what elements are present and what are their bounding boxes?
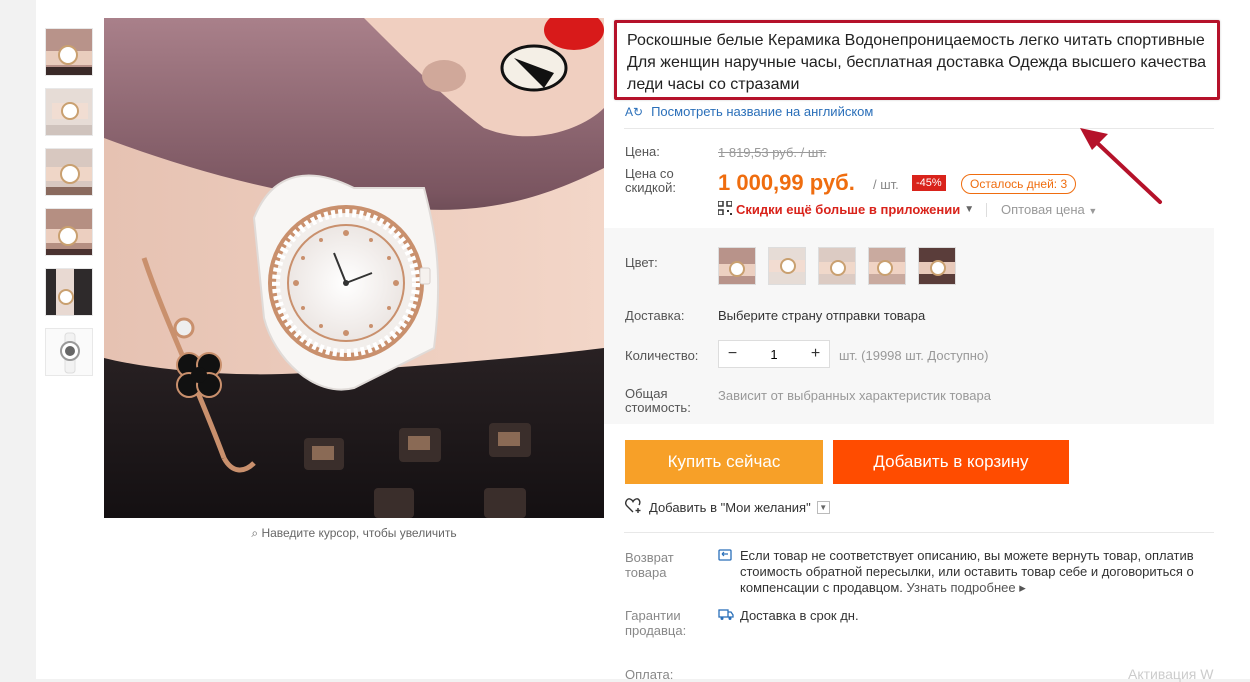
thumbnail-2[interactable]: [45, 88, 93, 136]
thumbnail-3[interactable]: [45, 148, 93, 196]
quantity-label: Количество:: [625, 348, 699, 363]
wishlist-text: Добавить в "Мои желания": [649, 500, 811, 515]
app-promo-text: Скидки ещё больше в приложении: [736, 202, 961, 217]
quantity-decrease-button[interactable]: −: [719, 345, 746, 363]
return-icon: [718, 548, 732, 567]
buy-now-button[interactable]: Купить сейчас: [625, 440, 823, 484]
thumbnail-6[interactable]: [45, 328, 93, 376]
availability-text: шт. (19998 шт. Доступно): [839, 348, 989, 363]
price-unit: / шт.: [873, 177, 899, 192]
os-watermark: Активация W: [1128, 666, 1214, 682]
total-value: Зависит от выбранных характеристик товар…: [718, 388, 991, 403]
thumbnail-1[interactable]: [45, 28, 93, 76]
thumbnail-list: [45, 28, 97, 388]
quantity-input[interactable]: [746, 345, 802, 363]
shipping-country-select[interactable]: Выберите страну отправки товара: [718, 308, 925, 323]
delivery-truck-icon: [718, 607, 734, 626]
zoom-hint-text: Наведите курсор, чтобы увеличить: [261, 526, 457, 540]
color-swatch-3[interactable]: [818, 247, 856, 285]
color-swatch-4[interactable]: [868, 247, 906, 285]
thumbnail-5[interactable]: [45, 268, 93, 316]
guarantee-text: Доставка в срок дн.: [740, 607, 860, 625]
translate-title-link[interactable]: A↻ Посмотреть название на английском: [625, 104, 873, 119]
learn-more-link[interactable]: Узнать подробнее ▸: [907, 580, 1026, 595]
thumbnail-4[interactable]: [45, 208, 93, 256]
quantity-increase-button[interactable]: +: [802, 345, 829, 363]
main-product-image[interactable]: [104, 18, 604, 518]
zoom-hint: ⌕ Наведите курсор, чтобы увеличить: [104, 526, 604, 541]
discount-badge: -45%: [912, 175, 946, 191]
sale-price-label: Цена со скидкой:: [625, 166, 676, 195]
guarantee-label: Гарантии продавца:: [625, 608, 687, 638]
translate-icon: A↻: [625, 104, 644, 119]
guarantee-body: Доставка в срок дн.: [740, 608, 859, 623]
chevron-down-icon[interactable]: ▼: [816, 501, 830, 514]
product-title: Роскошные белые Керамика Водонепроницаем…: [614, 20, 1220, 100]
wishlist-button[interactable]: Добавить в "Мои желания" ▼: [625, 498, 830, 517]
learn-more-text: Узнать подробнее: [906, 580, 1016, 595]
color-swatch-1[interactable]: [718, 247, 756, 285]
annotation-arrow-icon: [1070, 120, 1170, 215]
old-price: 1 819,53 руб. / шт.: [718, 145, 827, 160]
qr-code-icon: [717, 200, 733, 218]
product-detail: Роскошные белые Керамика Водонепроницаем…: [604, 0, 1220, 682]
heart-plus-icon: [625, 498, 643, 517]
quantity-stepper: − +: [718, 340, 830, 368]
days-left-badge: Осталось дней: 3: [961, 174, 1077, 194]
return-label: Возврат товара: [625, 550, 674, 580]
magnifier-icon: ⌕: [251, 526, 259, 540]
caret-down-icon: ▼: [964, 204, 975, 215]
price-label: Цена:: [625, 144, 660, 159]
shipping-label: Доставка:: [625, 308, 685, 323]
divider: [624, 532, 1214, 533]
return-policy-text: Если товар не соответствует описанию, вы…: [740, 548, 1200, 596]
color-label: Цвет:: [625, 255, 658, 270]
payment-label: Оплата:: [625, 667, 674, 682]
color-swatch-2[interactable]: [768, 247, 806, 285]
translate-link-text: Посмотреть название на английском: [651, 104, 874, 119]
sale-price: 1 000,99 руб.: [718, 170, 855, 195]
app-promo-link[interactable]: Скидки ещё больше в приложении ▼: [717, 200, 975, 218]
divider: [986, 203, 987, 217]
color-swatch-5[interactable]: [918, 247, 956, 285]
total-label: Общая стоимость:: [625, 386, 691, 415]
add-to-cart-button[interactable]: Добавить в корзину: [833, 440, 1069, 484]
